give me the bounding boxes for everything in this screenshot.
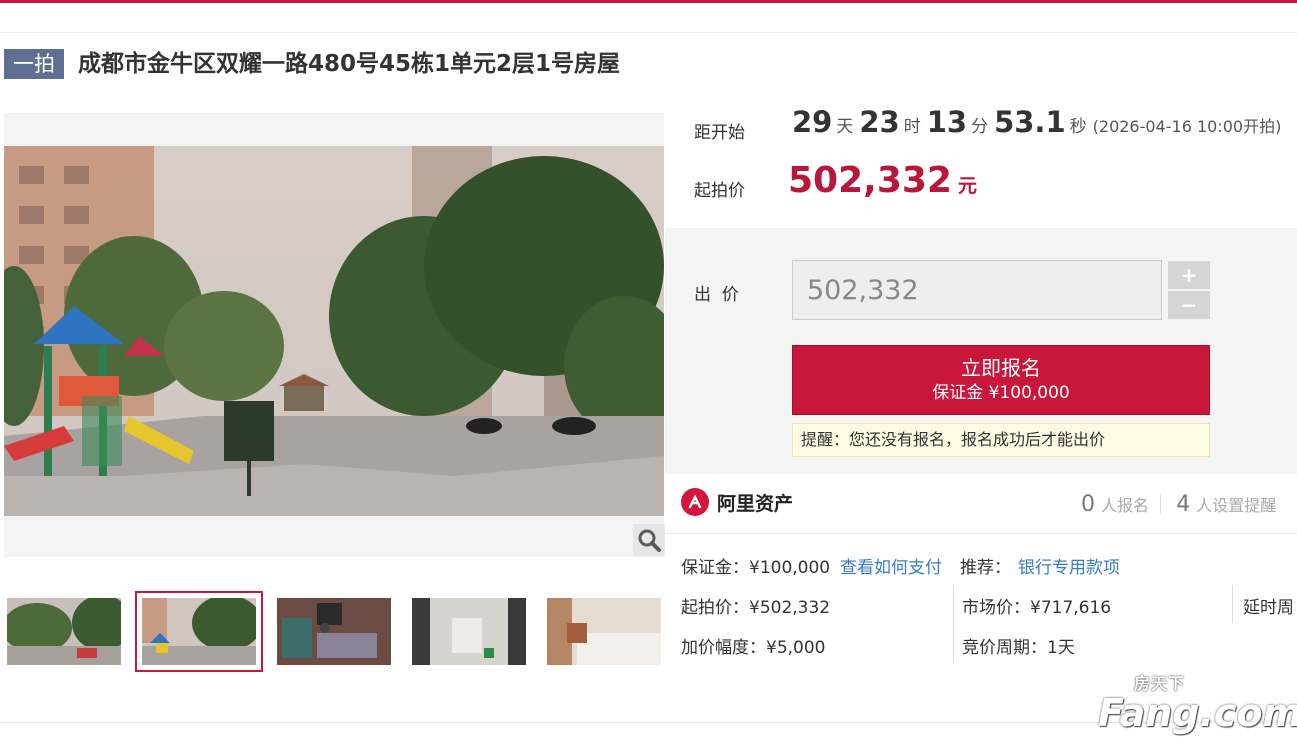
countdown-days: 29 <box>792 105 833 139</box>
magnifier-icon <box>638 529 661 552</box>
stat-divider <box>1160 494 1162 514</box>
thumbnail-2-selected[interactable] <box>135 591 263 672</box>
details-column-divider <box>953 585 954 663</box>
fang-watermark-logo: 房天下 Fang.com <box>1098 674 1297 735</box>
countdown-minutes: 13 <box>926 105 968 139</box>
platform-brand[interactable]: 阿里资产 <box>681 488 793 516</box>
bid-cycle-info: 竞价周期：1天 <box>962 638 1075 658</box>
signup-stats: 0 人报名 4 人设置提醒 <box>1081 492 1277 517</box>
start-price-label: 起拍价 <box>694 181 745 201</box>
market-price-info: 市场价：¥717,616 <box>962 598 1112 618</box>
how-to-pay-link[interactable]: 查看如何支付 <box>840 553 942 578</box>
platform-name: 阿里资产 <box>717 492 794 515</box>
thumbnail-4[interactable] <box>412 598 526 665</box>
top-divider <box>0 32 1297 33</box>
bank-account-link[interactable]: 银行专用款项 <box>1018 553 1120 578</box>
deposit-info: 保证金：¥100,000 <box>681 558 831 578</box>
decrease-bid-button[interactable]: − <box>1168 291 1210 319</box>
details-column-divider-2 <box>1232 585 1233 623</box>
countdown-timer: 29 天 23 时 13 分 53.1 秒 (2026-04-16 10:00开拍) <box>792 105 1282 139</box>
auction-start-time: (2026-04-16 10:00开拍) <box>1092 117 1282 136</box>
start-price-unit: 元 <box>957 175 977 197</box>
thumbnail-3[interactable] <box>277 598 391 665</box>
start-price: 502,332 元 <box>788 160 977 201</box>
signup-count: 0 <box>1081 492 1095 517</box>
countdown-hours: 23 <box>859 105 900 139</box>
bid-amount-input[interactable]: 502,332 <box>792 260 1162 320</box>
property-title: 成都市金牛区双耀一路480号45栋1单元2层1号房屋 <box>78 51 621 77</box>
recommend-label: 推荐： <box>960 558 1011 578</box>
zoom-button[interactable] <box>633 524 665 556</box>
thumbnail-1[interactable] <box>7 598 121 665</box>
main-property-photo[interactable] <box>4 146 664 516</box>
countdown-label: 距开始 <box>694 123 745 143</box>
details-divider <box>665 533 1297 534</box>
deposit-amount-label: 保证金 ¥100,000 <box>932 383 1070 403</box>
apply-now-button[interactable]: 立即报名 保证金 ¥100,000 <box>792 345 1210 415</box>
reminder-notice: 提醒：您还没有报名，报名成功后才能出价 <box>792 423 1210 457</box>
bid-label: 出 价 <box>694 285 739 305</box>
increase-bid-button[interactable]: + <box>1168 261 1210 289</box>
reminder-count: 4 <box>1176 492 1191 517</box>
delay-info: 延时周 <box>1243 598 1294 618</box>
countdown-seconds: 53.1 <box>994 105 1066 139</box>
auction-round-badge: 一拍 <box>4 49 64 79</box>
thumbnail-5[interactable] <box>547 598 661 665</box>
increment-info: 加价幅度：¥5,000 <box>681 638 826 658</box>
start-price-value: 502,332 <box>788 160 952 201</box>
top-accent-bar <box>0 0 1297 3</box>
ali-asset-logo-icon <box>681 488 709 516</box>
apply-button-label: 立即报名 <box>961 356 1041 380</box>
start-price-info: 起拍价：¥502,332 <box>681 598 831 618</box>
